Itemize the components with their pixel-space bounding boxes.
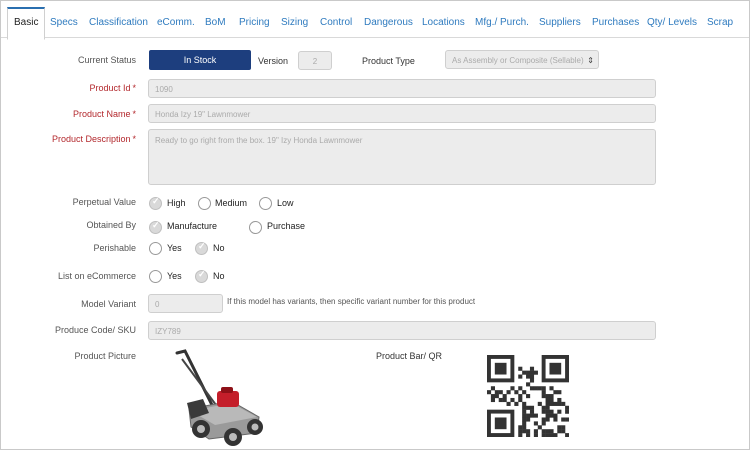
product-description-label-text: Product Description bbox=[51, 134, 131, 144]
tab-pricing[interactable]: Pricing bbox=[233, 9, 276, 37]
tab-sizing[interactable]: Sizing bbox=[275, 9, 314, 37]
tab-mfg-purch[interactable]: Mfg./ Purch. bbox=[469, 9, 535, 37]
tab-specs[interactable]: Specs bbox=[44, 9, 84, 37]
ecommerce-yes-radio[interactable] bbox=[149, 270, 162, 283]
required-star: * bbox=[132, 83, 136, 93]
product-id-label-text: Product Id bbox=[89, 83, 131, 93]
product-description-label: Product Description * bbox=[52, 134, 136, 144]
produce-code-label: Produce Code/ SKU bbox=[54, 325, 136, 335]
perishable-yes-label: Yes bbox=[167, 243, 182, 253]
perishable-no-label: No bbox=[213, 243, 225, 253]
version-label: Version bbox=[258, 56, 289, 66]
required-star: * bbox=[132, 134, 136, 144]
perishable-label: Perishable bbox=[93, 243, 136, 253]
product-picture-label: Product Picture bbox=[74, 351, 136, 361]
tab-control[interactable]: Control bbox=[314, 9, 358, 37]
ecommerce-no-label: No bbox=[213, 271, 225, 281]
version-field[interactable]: 2 bbox=[298, 51, 332, 70]
obtained-by-label: Obtained By bbox=[86, 220, 136, 230]
product-description-field[interactable]: Ready to go right from the box. 19" Izy … bbox=[148, 129, 656, 185]
product-id-label: Product Id * bbox=[89, 83, 136, 93]
tab-classification[interactable]: Classification bbox=[83, 9, 154, 37]
model-variant-label: Model Variant bbox=[81, 299, 136, 309]
perpetual-medium-radio[interactable] bbox=[198, 197, 211, 210]
tab-suppliers[interactable]: Suppliers bbox=[533, 9, 587, 37]
product-type-label: Product Type bbox=[362, 56, 415, 66]
perpetual-high-label: High bbox=[167, 198, 186, 208]
status-button[interactable]: In Stock bbox=[149, 50, 251, 70]
tab-bom[interactable]: BoM bbox=[199, 9, 232, 37]
perpetual-low-radio[interactable] bbox=[259, 197, 272, 210]
product-form-window: Basic Specs Classification eComm. BoM Pr… bbox=[0, 0, 750, 450]
list-on-ecommerce-label: List on eCommerce bbox=[57, 271, 136, 281]
model-variant-hint: If this model has variants, then specifi… bbox=[227, 297, 476, 306]
tab-basic[interactable]: Basic bbox=[7, 7, 46, 40]
obtained-manufacture-radio[interactable] bbox=[149, 220, 162, 234]
produce-code-field[interactable]: IZY789 bbox=[148, 321, 656, 340]
perpetual-low-label: Low bbox=[277, 198, 294, 208]
ecommerce-no-radio[interactable] bbox=[195, 269, 208, 283]
perpetual-value-label: Perpetual Value bbox=[72, 197, 136, 207]
tab-ecomm[interactable]: eComm. bbox=[151, 9, 201, 37]
product-name-label-text: Product Name bbox=[72, 109, 131, 119]
tab-purchases[interactable]: Purchases bbox=[586, 9, 645, 37]
perishable-yes-radio[interactable] bbox=[149, 242, 162, 255]
product-type-value: As Assembly or Composite (Sellable) bbox=[452, 56, 584, 65]
qr-code bbox=[487, 355, 569, 437]
lawnmower-image bbox=[175, 349, 263, 446]
current-status-label: Current Status bbox=[77, 55, 136, 65]
tab-locations[interactable]: Locations bbox=[416, 9, 471, 37]
product-barcode-label: Product Bar/ QR bbox=[376, 351, 443, 361]
perpetual-high-radio[interactable] bbox=[149, 196, 162, 210]
tab-scrap[interactable]: Scrap bbox=[701, 9, 739, 37]
product-name-label: Product Name * bbox=[73, 109, 136, 119]
updown-caret-icon: ⇕ bbox=[587, 56, 594, 65]
product-type-select[interactable]: As Assembly or Composite (Sellable) ⇕ bbox=[445, 50, 599, 69]
tab-bar: Basic Specs Classification eComm. BoM Pr… bbox=[1, 1, 749, 40]
model-variant-field[interactable]: 0 bbox=[148, 294, 223, 313]
obtained-purchase-radio[interactable] bbox=[249, 221, 262, 234]
obtained-purchase-label: Purchase bbox=[267, 221, 306, 231]
required-star: * bbox=[132, 109, 136, 119]
perishable-no-radio[interactable] bbox=[195, 241, 208, 255]
perpetual-medium-label: Medium bbox=[215, 198, 248, 208]
product-name-field[interactable]: Honda Izy 19" Lawnmower bbox=[148, 104, 656, 123]
ecommerce-yes-label: Yes bbox=[167, 271, 182, 281]
product-id-field[interactable]: 1090 bbox=[148, 79, 656, 98]
tab-qty-levels[interactable]: Qty/ Levels bbox=[641, 9, 703, 37]
tab-dangerous[interactable]: Dangerous bbox=[358, 9, 419, 37]
obtained-manufacture-label: Manufacture bbox=[167, 221, 218, 231]
